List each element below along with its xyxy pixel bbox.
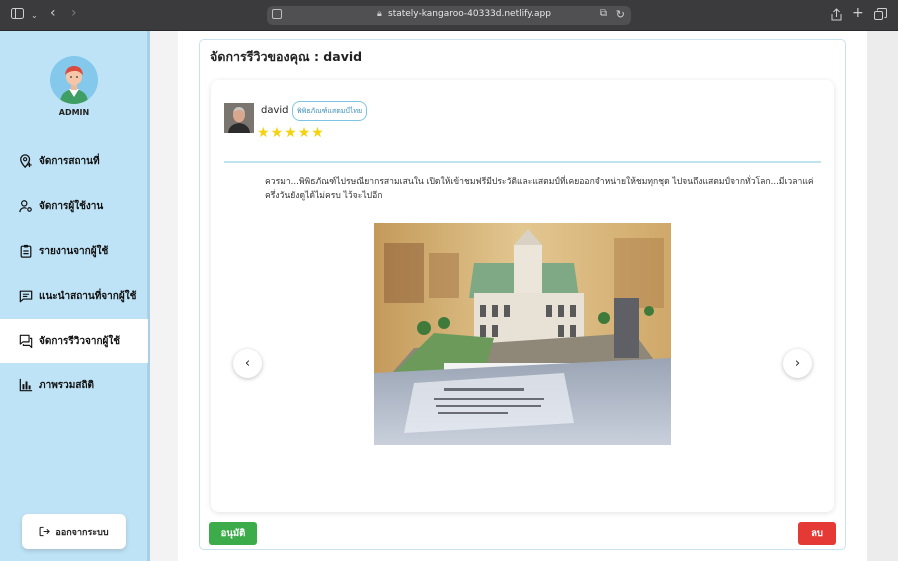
user-settings-icon [19, 200, 32, 213]
chevron-right-icon: › [794, 356, 801, 371]
bar-chart-icon [19, 378, 33, 392]
logout-button[interactable]: ออกจากระบบ [22, 514, 126, 549]
star-icon: ★ [311, 125, 324, 141]
clipboard-icon [20, 244, 32, 258]
sidebar-item-user-reports[interactable]: รายงานจากผู้ใช้ [0, 229, 148, 273]
reload-icon[interactable]: ↻ [616, 8, 625, 21]
reviews-icon [19, 334, 33, 348]
sidebar-item-manage-users[interactable]: จัดการผู้ใช้งาน [0, 184, 148, 228]
page-title: จัดการรีวิวของคุณ : david [210, 49, 363, 64]
sidebar-item-place-suggestions[interactable]: แนะนำสถานที่จากผู้ใช้ [0, 274, 148, 318]
sidebar-item-label: แนะนำสถานที่จากผู้ใช้ [39, 290, 137, 302]
address-bar[interactable]: 🔒︎ stately-kangaroo-40333d.netlify.app ⧉… [267, 6, 631, 25]
review-text: ควรมา...พิพิธภัณฑ์ไปรษณียากรสามเสนใน เปิ… [265, 177, 814, 201]
sidebar-item-label: จัดการรีวิวจากผู้ใช้ [39, 335, 121, 347]
reviewer-avatar [224, 103, 254, 133]
tabs-overview-icon[interactable] [874, 8, 887, 23]
sidebar-item-statistics[interactable]: ภาพรวมสถิติ [0, 363, 148, 407]
new-tab-icon[interactable]: + [852, 6, 864, 20]
approve-button[interactable]: อนุมัติ [209, 522, 257, 545]
sidebar-item-manage-reviews[interactable]: จัดการรีวิวจากผู้ใช้ [0, 319, 148, 363]
sidebar-item-label: รายงานจากผู้ใช้ [39, 245, 109, 257]
logout-label: ออกจากระบบ [55, 527, 109, 538]
star-rating: ★ ★ ★ ★ ★ [257, 126, 324, 140]
place-tag[interactable]: พิพิธภัณฑ์แสตมป์ไทย [292, 101, 368, 121]
carousel-next-button[interactable]: › [783, 349, 812, 378]
back-icon[interactable]: ‹ [50, 6, 56, 20]
chat-icon [19, 290, 33, 303]
sidebar-item-label: จัดการสถานที่ [39, 155, 100, 167]
star-icon: ★ [270, 125, 284, 141]
site-icon [272, 9, 282, 19]
review-management-card: จัดการรีวิวของคุณ : david david พิพิธภัณ… [199, 39, 846, 550]
sidebar-item-label: จัดการผู้ใช้งาน [39, 200, 104, 212]
star-icon: ★ [297, 125, 311, 141]
page-gutter [867, 31, 898, 561]
sidebar: ADMIN จัดการสถานที่ จัดการผู้ใช้งาน รายง… [0, 31, 150, 561]
reviewer-name: david [261, 105, 289, 116]
avatar [50, 56, 98, 104]
star-icon: ★ [257, 125, 270, 141]
logout-icon [39, 526, 51, 537]
translate-icon[interactable]: ⧉ [600, 8, 607, 19]
chevron-down-icon[interactable]: ⌄ [31, 9, 38, 23]
sidebar-item-manage-places[interactable]: จัดการสถานที่ [0, 139, 148, 183]
divider [224, 161, 821, 163]
star-icon: ★ [284, 125, 297, 141]
role-label: ADMIN [58, 108, 90, 117]
review-item: david พิพิธภัณฑ์แสตมป์ไทย ★ ★ ★ ★ ★ ควรม… [211, 80, 834, 512]
forward-icon[interactable]: › [71, 6, 77, 20]
delete-button[interactable]: ลบ [798, 522, 836, 545]
carousel-prev-button[interactable]: ‹ [233, 349, 262, 378]
lock-icon: 🔒︎ [377, 9, 382, 19]
sidebar-item-label: ภาพรวมสถิติ [39, 379, 95, 391]
browser-toolbar: ⌄ ‹ › 🔒︎ stately-kangaroo-40333d.netlify… [0, 0, 898, 31]
review-photo[interactable] [374, 223, 671, 445]
location-pin-icon [20, 154, 32, 168]
share-icon[interactable] [831, 8, 842, 24]
chevron-left-icon: ‹ [244, 356, 251, 371]
url-text: stately-kangaroo-40333d.netlify.app [388, 9, 551, 19]
sidebar-icon[interactable] [11, 8, 24, 22]
